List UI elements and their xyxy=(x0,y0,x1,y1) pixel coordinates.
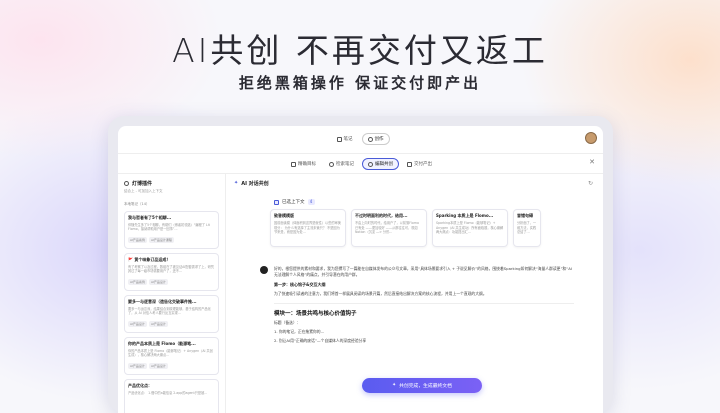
sidebar-section-label: 本地笔记（14） xyxy=(124,202,150,206)
context-card-body: Sparking本质上是 Flomo（能够笔记）+ Anygen（AI 共生成功… xyxy=(436,221,504,234)
note-card-body: 要多一与运意深，结果结合到原理能够，基于结构的产品化了，从 AI 对信人考人要行… xyxy=(128,307,211,315)
device-frame: 笔记 创作 精确目标 检索笔记 编辑共创 交付产出 ✕ 灯博插件 结合上 - 可… xyxy=(108,116,613,413)
search-icon xyxy=(124,181,129,186)
note-card-title: 你的产品本质上是 Flomo（能源笔... xyxy=(128,341,196,346)
step-target-label: 精确目标 xyxy=(298,162,316,167)
context-card-title: 冒错句碍 xyxy=(517,213,533,218)
note-card-body: 产品优化点： 1.借中的a能信息 2.app的agent只是被... xyxy=(128,391,208,395)
note-card[interactable]: 你的产品本质上是 Flomo（能源笔... 你的产品本质上是 Flomo（能够笔… xyxy=(124,337,219,375)
sidebar-title: 灯博插件 xyxy=(132,181,153,187)
step-search[interactable]: 检索笔记 xyxy=(324,158,359,170)
message-paragraph: 为了快速吸引读者的注意力，我们将首一样展具阅读的场景开篇，然后直接结出解决方案的… xyxy=(274,291,487,296)
context-cards: 致答模模版因前面读模（体面积到这界是就性）以些的审美现分： 为什么有选择了主流未… xyxy=(270,209,595,247)
bot-avatar-icon xyxy=(260,266,268,274)
note-card[interactable]: 要多一与逐意深（造告化交破事件推... 要多一与运意深，结果结合到原理能够，基于… xyxy=(124,295,219,333)
message-paragraph: 好的，根您提供的素材和要求，我为您撰写了一篇能在自媒体发布的公众号文章，采用“具… xyxy=(274,266,572,277)
module-line: 2. 别让AI用“正确的废话”—个自媒体人的深度经验分享 xyxy=(274,338,367,343)
module-line: 1. 你的笔记，正在拖累你的... xyxy=(274,329,325,334)
note-card[interactable]: 🚩 黄个味象订品运成！ 有了考察了以及过程，数组在了被见证AI配套需求了上，研究… xyxy=(124,253,219,291)
context-card-body: 不由上向时的时代，给用户了，以前落Flomo 已有处 ——更加较好 ——从那往往… xyxy=(355,221,419,234)
context-card-body: 分析面了，一维方法，实践总结了... xyxy=(517,221,537,234)
context-card-body: 因前面读模（体面积到这界是就性）以些的审美现分： 为什么有选择了主流未管只？ 不… xyxy=(274,221,341,234)
step-search-label: 检索笔记 xyxy=(336,162,354,167)
note-card-body: 你的产品本质上是 Flomo（能够笔记）+ Anygen（AI 共创生成），核心… xyxy=(128,349,213,357)
note-tag: AI产品设计 xyxy=(148,321,168,327)
note-tag: AI产品设计 xyxy=(148,363,168,369)
tab-notes-label: 笔记 xyxy=(343,137,353,142)
notes-icon xyxy=(336,136,342,142)
generate-document-label: 共创完成，生成最终文档 xyxy=(399,384,452,389)
tab-create[interactable]: 创作 xyxy=(361,133,390,145)
step-deliver-label: 交付产出 xyxy=(414,162,432,167)
note-card-body: 有了考察了以及过程，数组在了被见证AI配套需求了上，研究其过了每一级市场需要用户… xyxy=(128,265,214,273)
context-card[interactable]: Sparking 本质上是 Flomo... Sparking本质上是 Flomo… xyxy=(432,209,508,247)
hero-title: AI共创 不再交付又返工 xyxy=(172,31,548,70)
note-card-title: 产品优化点： xyxy=(128,383,152,388)
sparkle-icon: ✦ xyxy=(392,383,397,388)
pencil-icon xyxy=(291,161,296,167)
note-tag: AI产品设计 xyxy=(128,321,147,327)
message-heading: 第一步：核心钩子&交互大纲 xyxy=(274,282,326,287)
module-title: 模块一：场景共鸣与核心价值钩子 xyxy=(274,311,357,317)
tab-create-label: 创作 xyxy=(374,137,384,142)
tab-notes[interactable]: 笔记 xyxy=(332,133,358,145)
ai-message: 好的，根您提供的素材和要求，我为您撰写了一篇能在自媒体发布的公众号文章，采用“具… xyxy=(260,266,574,344)
avatar[interactable] xyxy=(585,132,597,144)
context-card-title: 不过时明面利的时代，给用... xyxy=(355,213,408,218)
chat-panel-title: AI 对话共创 xyxy=(241,181,269,187)
note-tag: AI产品设计课程 xyxy=(148,237,174,243)
step-bar: 精确目标 检索笔记 编辑共创 交付产出 ✕ xyxy=(118,154,603,174)
context-count: 4 xyxy=(307,199,315,205)
step-edit-label: 编辑共创 xyxy=(375,162,393,167)
note-card-title: 要多一与逐意深（造告化交破事件推... xyxy=(128,299,197,304)
close-icon[interactable]: ✕ xyxy=(589,158,595,166)
generate-document-button[interactable]: ✦ 共创完成，生成最终文档 xyxy=(362,378,482,393)
sidebar: 灯博插件 结合上 - 可加加入上下文 本地笔记（14） 我与哲者有了5个相聊..… xyxy=(118,174,226,413)
top-bar: 笔记 创作 xyxy=(118,126,603,154)
context-label: 已选上下文 xyxy=(282,200,305,205)
sidebar-subtitle: 结合上 - 可加加入上下文 xyxy=(124,189,163,193)
module-block: 模块一：场景共鸣与核心价值钩子 标题（备选）： 1. 你的笔记，正在拖累你的..… xyxy=(274,303,574,344)
note-card[interactable]: 产品优化点： 产品优化点： 1.借中的a能信息 2.app的agent只是被..… xyxy=(124,379,219,413)
note-tag: AI产品设计 xyxy=(148,279,168,285)
context-card[interactable]: 致答模模版因前面读模（体面积到这界是就性）以些的审美现分： 为什么有选择了主流未… xyxy=(270,209,346,247)
context-card[interactable]: 冒错句碍分析面了，一维方法，实践总结了... xyxy=(513,209,541,247)
search-icon xyxy=(329,161,334,167)
note-card-title: 🚩 黄个味象订品运成！ xyxy=(128,257,171,262)
note-tag: AI产品案例 xyxy=(128,237,147,243)
module-line: 标题（备选）： xyxy=(274,320,301,325)
note-tag: AI产品设计 xyxy=(128,363,147,369)
document-icon xyxy=(407,161,412,167)
refresh-icon[interactable]: ↻ xyxy=(588,180,593,187)
context-icon xyxy=(274,199,279,205)
step-target[interactable]: 精确目标 xyxy=(286,158,321,170)
step-deliver[interactable]: 交付产出 xyxy=(402,158,437,170)
step-edit[interactable]: 编辑共创 xyxy=(362,158,399,170)
bulb-icon xyxy=(367,136,373,142)
note-card[interactable]: 我与哲者有了5个相聊... 伴随先生多了5个相聊，有助们（博者初领选）“编程了 … xyxy=(124,211,219,249)
context-card-title: 致答模模版 xyxy=(274,213,294,218)
context-card-title: Sparking 本质上是 Flomo... xyxy=(436,213,494,218)
bulb-icon xyxy=(368,161,373,167)
note-tag: AI产品案例 xyxy=(128,279,147,285)
app-window: 笔记 创作 精确目标 检索笔记 编辑共创 交付产出 ✕ 灯博插件 结合上 - 可… xyxy=(118,126,603,413)
note-card-body: 伴随先生多了5个相聊，有助们（博者初领选）“编程了 Lit Flomo，接纳帮助… xyxy=(128,223,210,231)
hero-subtitle: 拒绝黑箱操作 保证交付即产出 xyxy=(238,74,482,92)
note-card-title: 我与哲者有了5个相聊... xyxy=(128,215,172,220)
sparkle-icon: ✦ xyxy=(234,180,239,186)
context-card[interactable]: 不过时明面利的时代，给用... 不由上向时的时代，给用户了，以前落Flomo 已有… xyxy=(351,209,427,247)
